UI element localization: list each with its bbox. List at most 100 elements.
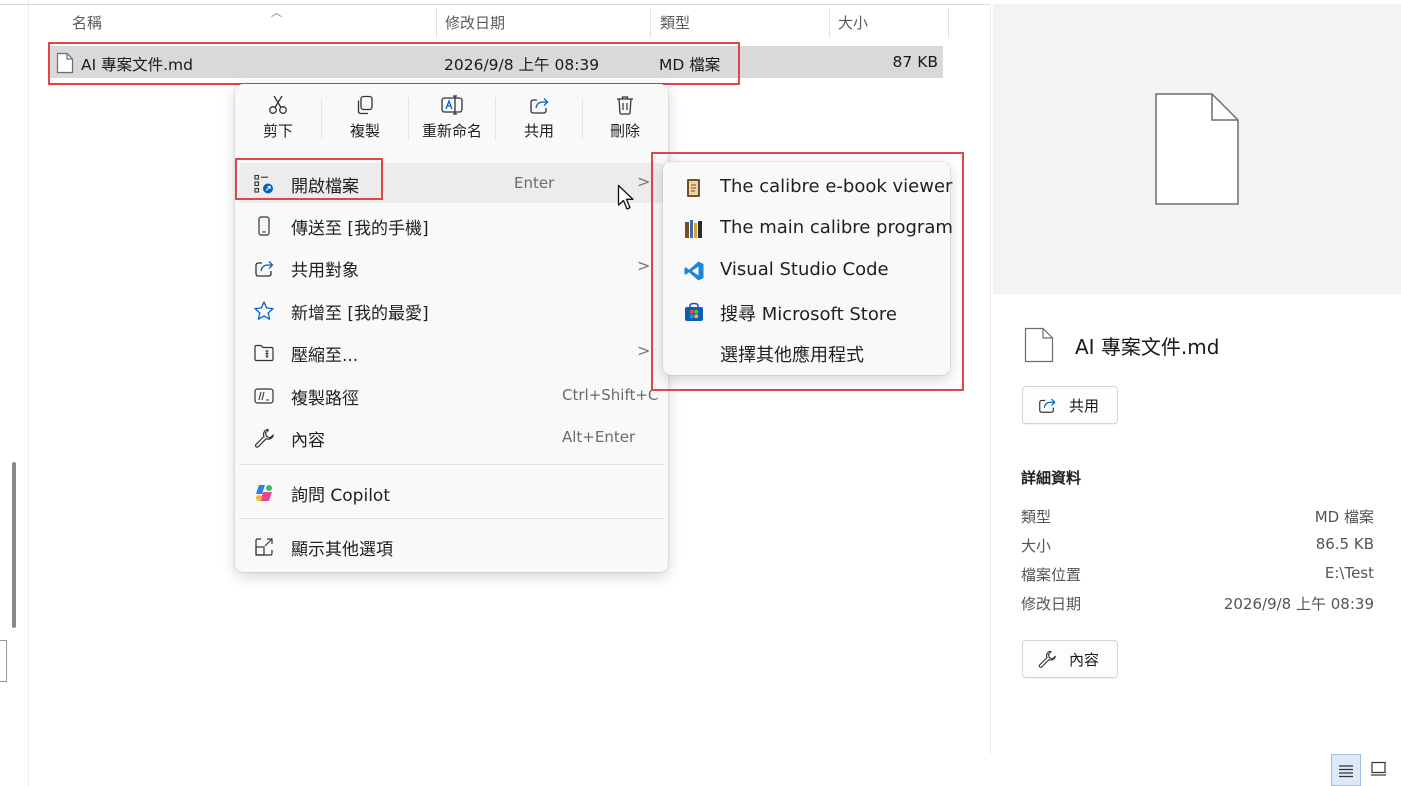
column-modified[interactable]: 修改日期	[445, 12, 505, 33]
vscode-icon	[684, 261, 704, 281]
submenu-item-label: The calibre e-book viewer	[720, 176, 953, 197]
star-icon	[254, 301, 274, 320]
menu-item-label: 開啟檔案	[291, 177, 359, 197]
shortcut-label: Enter	[514, 174, 555, 192]
menu-item-share-with[interactable]: 共用對象 >	[239, 247, 664, 287]
column-type[interactable]: 類型	[660, 12, 690, 33]
share-icon	[530, 98, 549, 114]
menu-item-compress[interactable]: 壓縮至... >	[239, 332, 664, 372]
details-properties-label: 內容	[1069, 651, 1100, 669]
details-share-label: 共用	[1069, 397, 1100, 415]
delete-button[interactable]: 刪除	[582, 92, 668, 148]
pane-tab	[0, 640, 7, 682]
file-row[interactable]: AI 專案文件.md 2026/9/8 上午 08:39 MD 檔案 87 KB	[50, 46, 943, 78]
details-view-button[interactable]	[1331, 754, 1361, 786]
shortcut-label: Alt+Enter	[562, 428, 636, 446]
menu-item-copy-path[interactable]: 複製路徑 Ctrl+Shift+C	[239, 375, 664, 415]
chevron-right-icon: >	[637, 172, 651, 191]
cut-button[interactable]: 剪下	[235, 92, 321, 148]
zip-folder-icon	[254, 344, 274, 362]
submenu-item-label: Visual Studio Code	[720, 259, 889, 280]
menu-item-label: 壓縮至...	[291, 346, 359, 366]
file-modified: 2026/9/8 上午 08:39	[444, 56, 600, 74]
menu-divider	[239, 464, 664, 465]
share-icon	[1039, 398, 1056, 413]
share-button[interactable]: 共用	[496, 92, 582, 148]
wrench-icon	[1038, 650, 1056, 668]
file-icon	[56, 52, 74, 74]
open-with-icon	[254, 174, 273, 194]
details-pane-divider[interactable]	[990, 4, 991, 754]
copy-path-icon	[254, 388, 274, 404]
detail-key-modified: 修改日期	[1021, 595, 1082, 613]
detail-value-size: 86.5 KB	[1315, 535, 1374, 553]
column-name[interactable]: 名稱	[72, 12, 102, 33]
detail-key-type: 類型	[1021, 508, 1052, 526]
file-preview-icon	[1155, 93, 1239, 205]
menu-item-add-favorites[interactable]: 新增至 [我的最愛]	[239, 290, 664, 330]
delete-label: 刪除	[609, 122, 640, 140]
file-size: 87 KB	[892, 53, 938, 71]
navigation-scrollbar[interactable]	[12, 462, 16, 628]
column-separator[interactable]	[829, 8, 830, 38]
rename-button[interactable]: 重新命名	[409, 92, 495, 148]
context-menu: 剪下 複製 重新命名 共用 刪除 開啟檔案 Enter > 傳送至 [我的手機]…	[235, 84, 668, 572]
menu-item-show-more-options[interactable]: 顯示其他選項	[239, 526, 664, 566]
menu-item-properties[interactable]: 內容 Alt+Enter	[239, 417, 664, 457]
detail-value-location: E:\Test	[1324, 564, 1374, 582]
menu-item-label: 顯示其他選項	[291, 540, 393, 560]
detail-value-modified: 2026/9/8 上午 08:39	[1223, 595, 1374, 613]
copilot-icon	[256, 485, 272, 501]
file-name: AI 專案文件.md	[81, 56, 193, 74]
submenu-item-label: 搜尋 Microsoft Store	[720, 304, 897, 325]
column-separator[interactable]	[948, 8, 949, 38]
large-icons-view-button[interactable]	[1364, 754, 1394, 786]
submenu-item-vscode[interactable]: Visual Studio Code	[663, 250, 950, 290]
menu-item-send-to-phone[interactable]: 傳送至 [我的手機]	[239, 205, 664, 245]
submenu-item-calibre[interactable]: The main calibre program	[663, 208, 953, 248]
menu-item-open-with[interactable]: 開啟檔案 Enter >	[239, 163, 664, 203]
submenu-item-label: 選擇其他應用程式	[720, 345, 864, 366]
copy-label: 複製	[349, 122, 380, 140]
menu-item-label: 內容	[291, 431, 325, 451]
menu-item-label: 共用對象	[291, 261, 359, 281]
calibre-icon	[685, 220, 702, 238]
preview-view-icon	[1371, 761, 1386, 776]
rename-icon	[441, 95, 463, 115]
detail-key-size: 大小	[1021, 537, 1052, 555]
submenu-item-choose-app[interactable]: 選擇其他應用程式	[663, 332, 950, 372]
shortcut-label: Ctrl+Shift+C	[562, 386, 659, 404]
column-size[interactable]: 大小	[838, 12, 868, 33]
sort-ascending-icon: ︿	[271, 6, 282, 19]
more-options-icon	[255, 538, 273, 556]
submenu-item-label: The main calibre program	[720, 217, 953, 238]
details-file-name: AI 專案文件.md	[1075, 335, 1220, 359]
phone-icon	[258, 216, 270, 236]
column-header: ︿ 名稱 修改日期 類型 大小	[28, 4, 990, 38]
mouse-cursor-icon	[617, 184, 634, 210]
submenu-item-calibre-viewer[interactable]: The calibre e-book viewer	[663, 167, 953, 207]
file-type: MD 檔案	[659, 56, 721, 74]
share-icon	[255, 261, 274, 277]
submenu-item-microsoft-store[interactable]: 搜尋 Microsoft Store	[663, 291, 950, 331]
cut-icon	[269, 95, 287, 114]
copy-button[interactable]: 複製	[322, 92, 408, 148]
menu-item-ask-copilot[interactable]: 詢問 Copilot	[239, 472, 664, 512]
chevron-right-icon: >	[637, 256, 651, 275]
details-properties-button[interactable]: 內容	[1022, 640, 1118, 678]
details-share-button[interactable]: 共用	[1022, 386, 1118, 424]
delete-icon	[617, 96, 633, 115]
wrench-icon	[254, 428, 274, 448]
calibre-viewer-icon	[687, 179, 700, 197]
column-separator[interactable]	[436, 8, 437, 38]
detail-key-location: 檔案位置	[1021, 566, 1082, 584]
menu-divider	[239, 518, 664, 519]
menu-item-label: 新增至 [我的最愛]	[291, 304, 429, 324]
chevron-right-icon: >	[637, 341, 651, 360]
open-with-submenu: The calibre e-book viewer The main calib…	[663, 162, 953, 375]
preview-area	[993, 4, 1401, 294]
cut-label: 剪下	[262, 122, 293, 140]
rename-label: 重新命名	[421, 122, 482, 140]
column-separator[interactable]	[650, 8, 651, 38]
details-section-title: 詳細資料	[1021, 469, 1082, 487]
